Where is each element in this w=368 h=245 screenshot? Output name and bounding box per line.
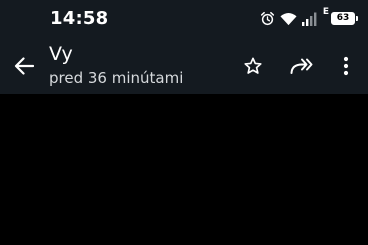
message-content-area xyxy=(0,94,368,245)
timestamp-subtitle: pred 36 minútami xyxy=(49,69,184,87)
forward-icon xyxy=(290,58,313,74)
wifi-icon xyxy=(280,12,297,26)
status-bar: 14:58 E 63 xyxy=(0,0,368,38)
more-options-button[interactable] xyxy=(332,52,360,80)
screen: 14:58 E 63 Vy pred 36 minútami xyxy=(0,0,368,245)
more-vert-icon xyxy=(343,56,349,76)
conversation-title: Vy xyxy=(49,43,73,65)
signal-icon xyxy=(301,12,318,26)
back-button[interactable] xyxy=(10,52,38,80)
battery-level: 63 xyxy=(336,13,350,23)
network-type: E xyxy=(322,7,329,17)
battery-icon: 63 xyxy=(331,12,358,25)
forward-button[interactable] xyxy=(288,52,316,80)
status-icons: E 63 xyxy=(260,7,358,27)
status-time: 14:58 xyxy=(50,8,109,29)
app-bar: Vy pred 36 minútami xyxy=(0,38,368,94)
star-icon xyxy=(244,57,262,74)
alarm-icon xyxy=(260,11,275,26)
back-arrow-icon xyxy=(14,57,34,75)
star-button[interactable] xyxy=(239,52,267,80)
